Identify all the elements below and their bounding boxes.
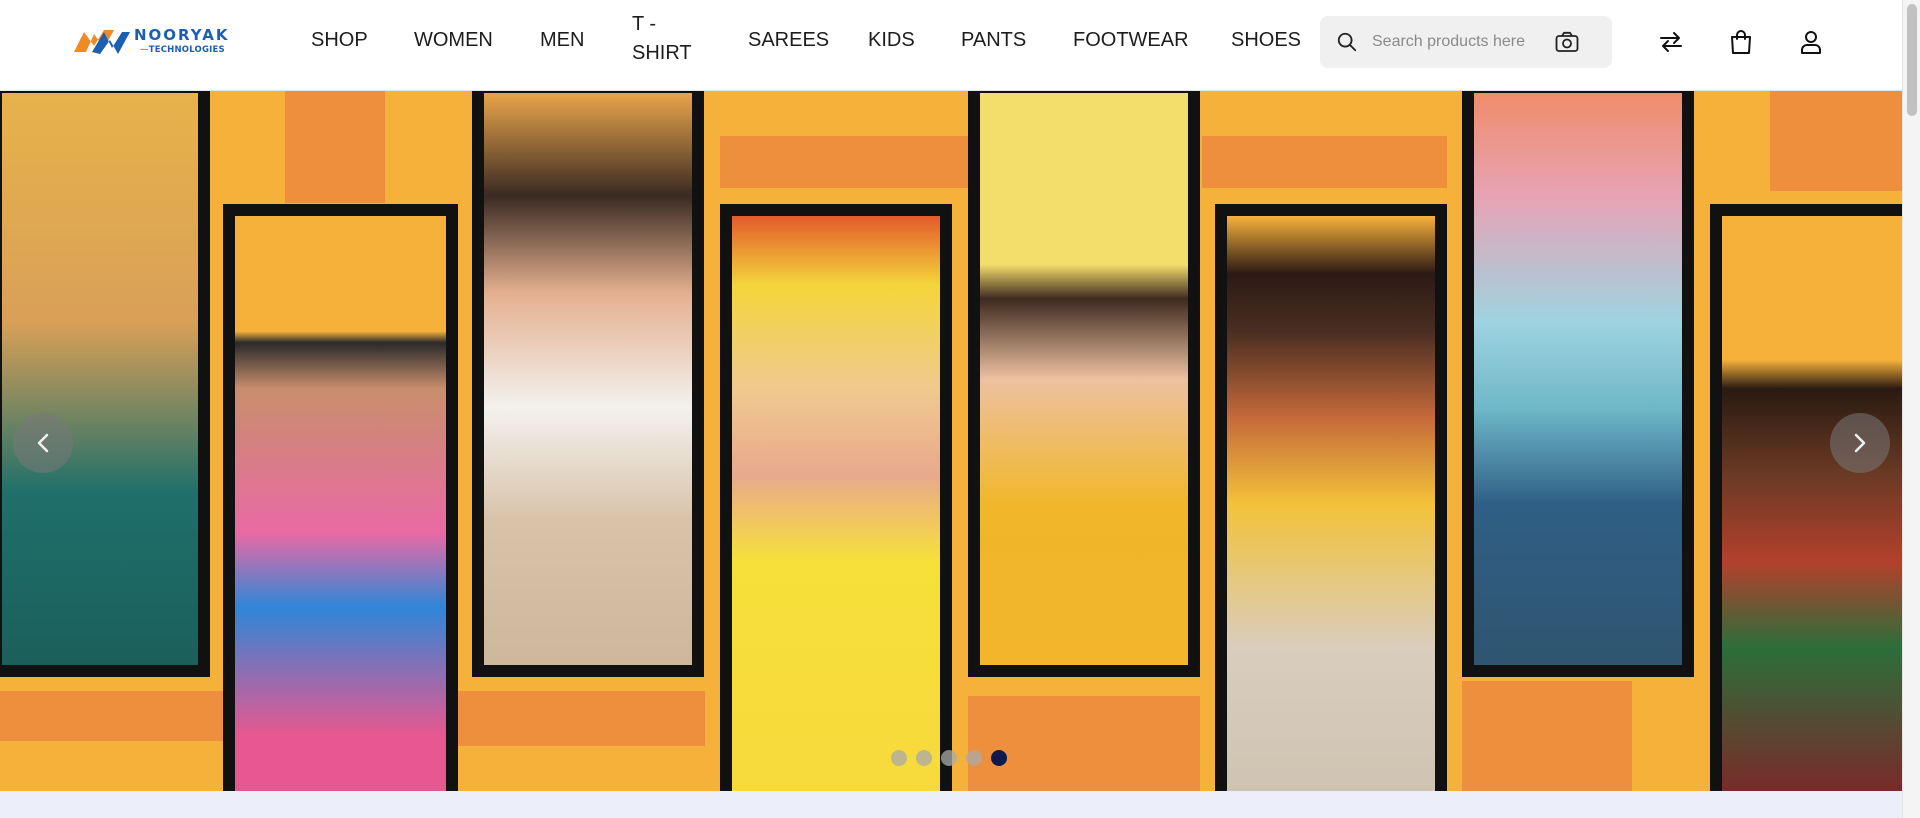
- carousel-dot-2[interactable]: [916, 750, 932, 766]
- nav-item-shoes[interactable]: SHOES: [1231, 26, 1301, 54]
- carousel-dot-3[interactable]: [941, 750, 957, 766]
- nav-item-footwear[interactable]: FOOTWEAR: [1073, 26, 1189, 54]
- compare-icon[interactable]: [1657, 28, 1685, 56]
- user-icon[interactable]: [1797, 28, 1825, 56]
- hero-carousel: [0, 91, 1902, 791]
- decor-block: [968, 696, 1200, 791]
- search-icon: [1337, 32, 1357, 52]
- camera-icon[interactable]: [1554, 29, 1580, 55]
- logo-text: NOORYAK: [134, 26, 230, 44]
- nav-item-kids[interactable]: KIDS: [868, 26, 915, 54]
- fashion-photo: [472, 91, 704, 677]
- scrollbar-thumb[interactable]: [1907, 4, 1917, 116]
- chevron-left-icon: [37, 433, 49, 453]
- fashion-photo: [968, 91, 1200, 677]
- carousel-dot-4[interactable]: [966, 750, 982, 766]
- fashion-photo: [223, 204, 458, 791]
- site-header: NOORYAK —TECHNOLOGIES SHOP WOMEN MEN T -…: [0, 0, 1902, 91]
- decor-block: [1770, 91, 1902, 191]
- section-band: [0, 791, 1902, 818]
- decor-block: [0, 691, 240, 741]
- fashion-photo: [720, 204, 952, 791]
- nav-item-tshirt[interactable]: T - SHIRT: [632, 10, 692, 68]
- brand-logo[interactable]: NOORYAK —TECHNOLOGIES: [74, 24, 236, 60]
- carousel-dot-5[interactable]: [991, 750, 1007, 766]
- carousel-prev-button[interactable]: [13, 413, 73, 473]
- fashion-photo: [0, 91, 210, 677]
- fashion-photo: [1462, 91, 1694, 677]
- decor-block: [720, 136, 970, 188]
- nav-item-pants[interactable]: PANTS: [961, 26, 1026, 54]
- nav-item-sarees[interactable]: SAREES: [748, 26, 829, 54]
- carousel-next-button[interactable]: [1830, 413, 1890, 473]
- search-input[interactable]: [1372, 26, 1552, 58]
- decor-block: [1462, 681, 1632, 791]
- fashion-photo: [1710, 204, 1902, 791]
- decor-block: [285, 91, 385, 203]
- chevron-right-icon: [1854, 433, 1866, 453]
- nav-item-women[interactable]: WOMEN: [414, 26, 493, 54]
- shopping-bag-icon[interactable]: [1727, 28, 1755, 56]
- decor-block: [455, 691, 705, 746]
- page-scrollbar[interactable]: [1902, 0, 1920, 818]
- search-box: [1320, 16, 1612, 68]
- fashion-photo: [1215, 204, 1447, 791]
- logo-subtext: —TECHNOLOGIES: [140, 45, 225, 55]
- nav-item-shop[interactable]: SHOP: [311, 26, 368, 54]
- nav-item-men[interactable]: MEN: [540, 26, 584, 54]
- decor-block: [1202, 136, 1447, 188]
- carousel-dot-1[interactable]: [891, 750, 907, 766]
- logo-mark-icon: [74, 30, 130, 54]
